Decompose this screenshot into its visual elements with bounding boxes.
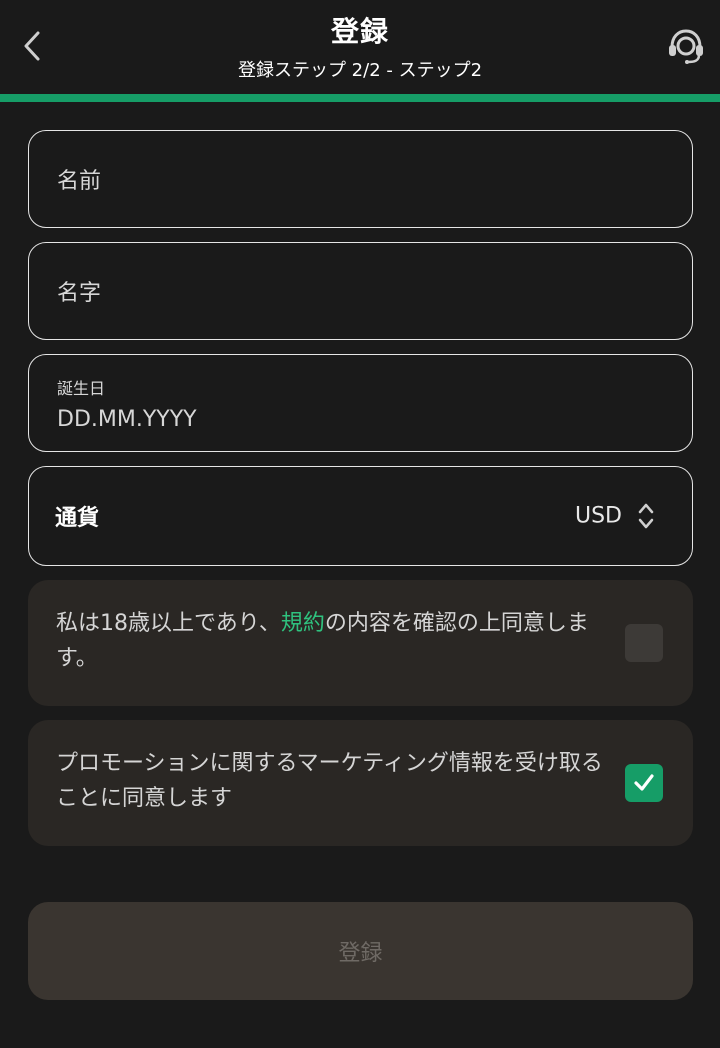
currency-label: 通貨 <box>55 506 100 531</box>
chevron-up-down-icon <box>638 503 654 529</box>
terms-consent-text: 私は18歳以上であり、規約の内容を確認の上同意します。 <box>56 606 616 676</box>
progress-bar-fill <box>0 94 720 102</box>
terms-text-before: 私は18歳以上であり、 <box>56 611 281 636</box>
marketing-checkbox[interactable] <box>625 764 663 802</box>
first-name-field[interactable]: 名前 <box>28 130 693 228</box>
last-name-placeholder: 名字 <box>57 281 102 306</box>
page-subtitle: 登録ステップ 2/2 - ステップ2 <box>237 60 483 81</box>
support-button[interactable] <box>664 24 708 68</box>
headset-icon <box>669 29 703 64</box>
last-name-field[interactable]: 名字 <box>28 242 693 340</box>
birthdate-label: 誕生日 <box>57 379 106 398</box>
checkmark-icon <box>634 774 654 791</box>
birthdate-placeholder: DD.MM.YYYY <box>57 407 197 432</box>
terms-checkbox[interactable] <box>625 624 663 662</box>
currency-value: USD <box>574 503 622 529</box>
terms-link[interactable]: 規約 <box>281 611 325 636</box>
marketing-consent-text: プロモーションに関するマーケティング情報を受け取ることに同意します <box>56 751 603 811</box>
birthdate-field[interactable]: 誕生日 DD.MM.YYYY <box>28 354 693 452</box>
terms-consent-card: 私は18歳以上であり、規約の内容を確認の上同意します。 <box>28 580 693 706</box>
first-name-placeholder: 名前 <box>57 169 102 194</box>
currency-select[interactable]: 通貨 USD <box>28 466 693 566</box>
register-button[interactable]: 登録 <box>28 902 693 1000</box>
page-title: 登録 <box>330 15 389 48</box>
marketing-consent-card: プロモーションに関するマーケティング情報を受け取ることに同意します <box>28 720 693 846</box>
progress-bar <box>0 94 720 102</box>
app-header: 登録 登録ステップ 2/2 - ステップ2 <box>0 0 720 94</box>
